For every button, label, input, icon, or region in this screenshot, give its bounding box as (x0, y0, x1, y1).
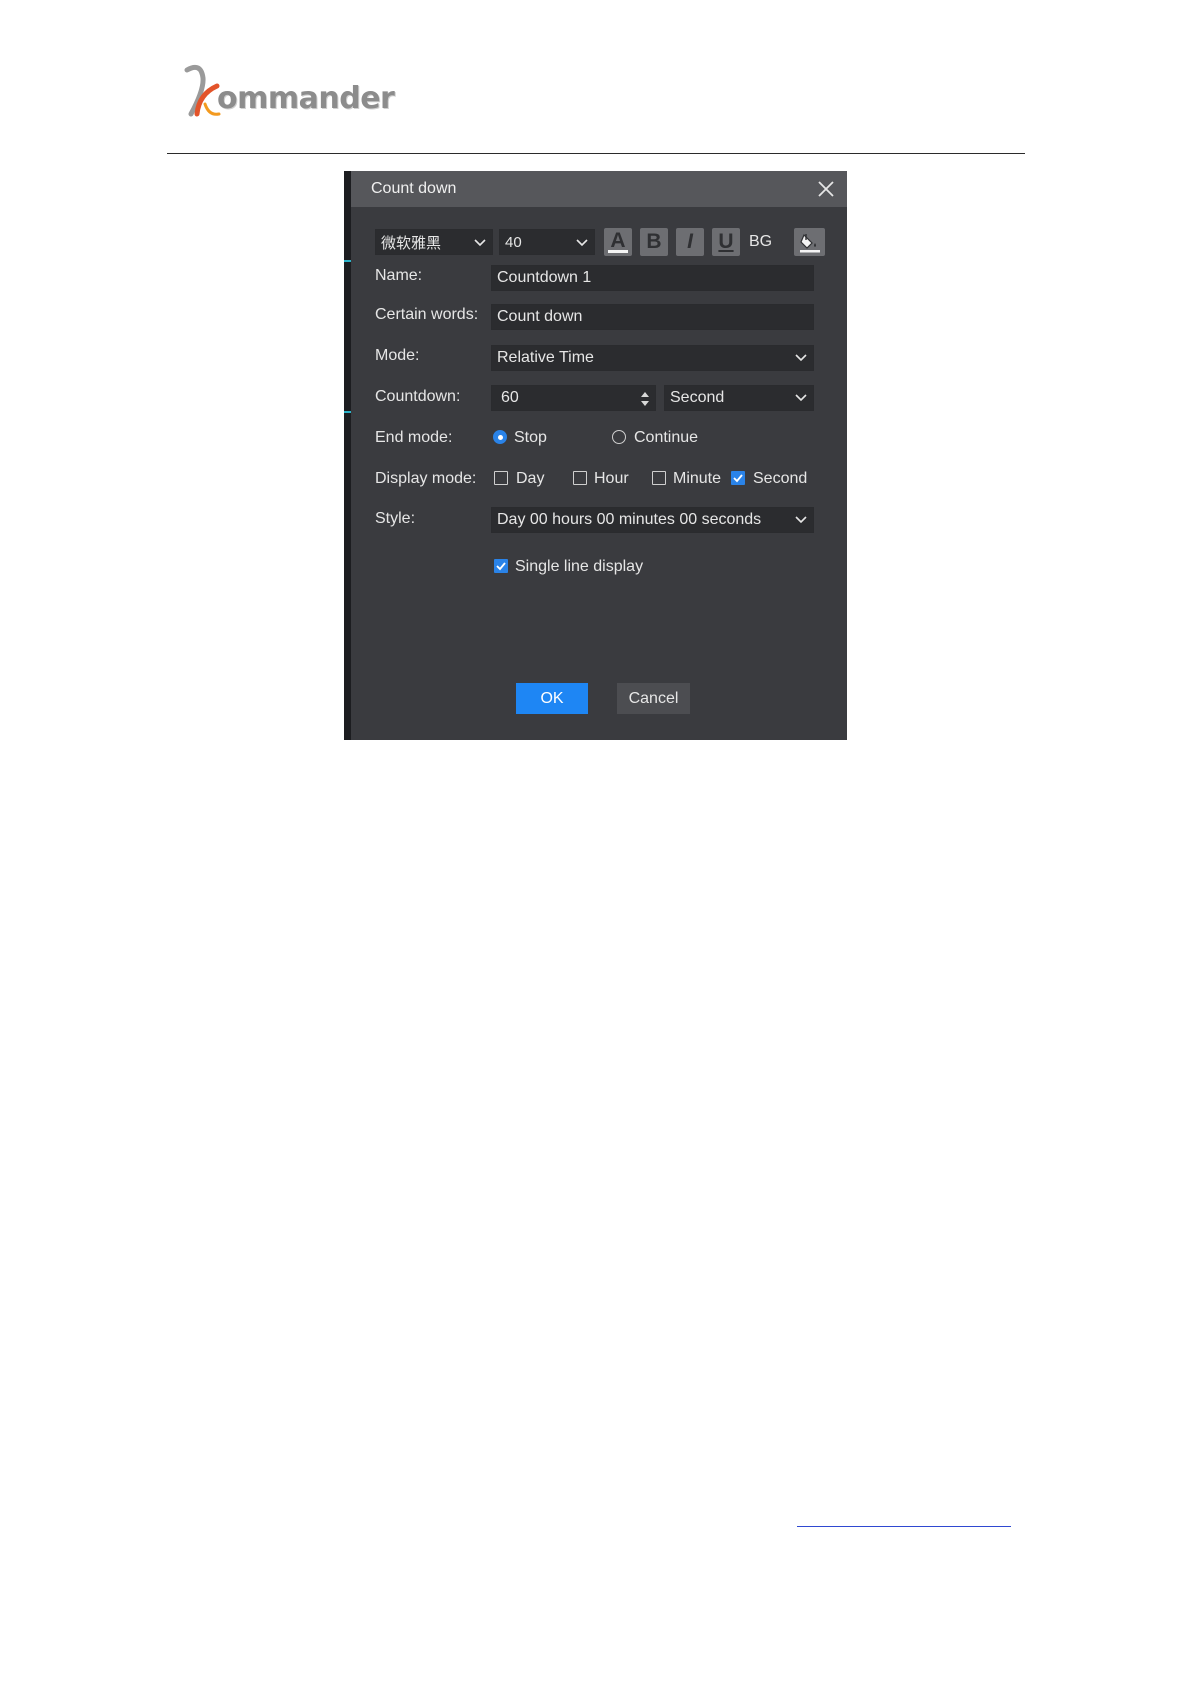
style-value: Day 00 hours 00 minutes 00 seconds (497, 511, 762, 528)
end-mode-continue-radio[interactable] (612, 430, 626, 444)
display-hour-label: Hour (594, 470, 629, 487)
name-label: Name: (375, 267, 423, 284)
edge-accent-mark (344, 411, 351, 413)
ok-button[interactable]: OK (516, 683, 588, 714)
countdown-unit-value: Second (670, 389, 725, 406)
italic-button[interactable]: I (676, 228, 704, 256)
underline-button[interactable]: U (712, 228, 740, 256)
style-label: Style: (375, 510, 416, 527)
stepper-arrows-icon[interactable] (639, 390, 651, 408)
mode-select[interactable]: Relative Time (491, 345, 814, 371)
chevron-down-icon (576, 239, 588, 247)
edge-accent-mark (344, 260, 351, 262)
cancel-button[interactable]: Cancel (617, 683, 690, 714)
name-input[interactable]: Countdown 1 (491, 265, 814, 291)
font-size-select[interactable]: 40 (499, 229, 595, 255)
countdown-dialog: Count down 微软雅黑 40 A B I U BG Name: Coun… (351, 171, 847, 740)
font-color-button[interactable]: A (604, 228, 632, 256)
font-color-icon: A (610, 229, 626, 252)
footer-link-underline (797, 1526, 1011, 1527)
single-line-label: Single line display (515, 558, 644, 575)
chevron-down-icon (795, 354, 807, 362)
dialog-title: Count down (371, 180, 457, 197)
display-hour-checkbox[interactable] (573, 471, 587, 485)
end-mode-stop-radio[interactable] (493, 430, 507, 444)
paint-bucket-icon (799, 233, 820, 253)
bold-icon: B (646, 230, 662, 253)
close-icon[interactable] (816, 179, 836, 199)
bold-button[interactable]: B (640, 228, 668, 256)
background-window-edge (344, 171, 351, 740)
header-divider (167, 153, 1025, 154)
certain-words-value: Count down (497, 308, 583, 325)
dialog-titlebar: Count down (351, 171, 847, 207)
font-family-value: 微软雅黑 (381, 234, 442, 252)
countdown-stepper[interactable]: 60 (491, 385, 656, 411)
display-second-label: Second (753, 470, 808, 487)
end-mode-label: End mode: (375, 429, 453, 446)
kommander-logo: ommander (183, 64, 395, 120)
end-mode-continue-label: Continue (634, 429, 699, 446)
chevron-down-icon (795, 394, 807, 402)
font-color-swatch (608, 250, 628, 253)
countdown-label: Countdown: (375, 388, 461, 405)
display-minute-checkbox[interactable] (652, 471, 666, 485)
end-mode-stop-label: Stop (514, 429, 547, 446)
checkmark-icon (733, 474, 743, 483)
style-select[interactable]: Day 00 hours 00 minutes 00 seconds (491, 507, 814, 533)
italic-icon: I (687, 230, 693, 253)
mode-value: Relative Time (497, 349, 594, 366)
font-family-select[interactable]: 微软雅黑 (375, 229, 493, 255)
display-day-label: Day (516, 470, 545, 487)
bg-label: BG (749, 233, 773, 250)
display-second-checkbox[interactable] (731, 471, 745, 485)
background-fill-button[interactable] (794, 228, 825, 256)
display-minute-label: Minute (673, 470, 722, 487)
checkmark-icon (496, 562, 506, 571)
countdown-unit-select[interactable]: Second (664, 385, 814, 411)
name-value: Countdown 1 (497, 269, 592, 286)
underline-icon: U (718, 230, 734, 253)
certain-words-label: Certain words: (375, 306, 479, 323)
mode-label: Mode: (375, 347, 420, 364)
font-size-value: 40 (505, 233, 522, 251)
dialog-screenshot: Count down 微软雅黑 40 A B I U BG Name: Coun… (344, 171, 847, 740)
countdown-value: 60 (501, 389, 519, 406)
certain-words-input[interactable]: Count down (491, 304, 814, 330)
chevron-down-icon (474, 239, 486, 247)
single-line-checkbox[interactable] (494, 559, 508, 573)
logo-text: ommander (217, 81, 395, 116)
display-mode-label: Display mode: (375, 470, 477, 487)
format-toolbar: 微软雅黑 40 A B I U BG (375, 228, 847, 256)
chevron-down-icon (795, 516, 807, 524)
display-day-checkbox[interactable] (494, 471, 508, 485)
